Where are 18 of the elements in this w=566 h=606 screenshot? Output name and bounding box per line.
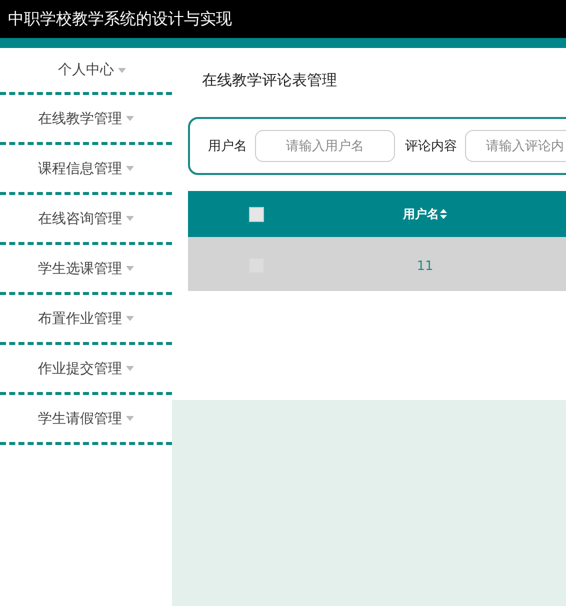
table-cell: 11 — [416, 258, 434, 274]
search-field[interactable]: 请输入评论内 — [465, 130, 566, 162]
caret-icon — [126, 116, 134, 121]
column-header[interactable]: 用户名 — [403, 206, 439, 222]
caret-icon — [126, 166, 134, 171]
caret-icon — [126, 366, 134, 371]
caret-icon — [126, 216, 134, 221]
caret-icon — [126, 316, 134, 321]
field-label: 用户名 — [208, 138, 247, 155]
page-title: 在线教学评论表管理 — [202, 71, 338, 91]
caret-icon — [118, 68, 126, 72]
search-field[interactable]: 请输入用户名 — [255, 130, 395, 162]
caret-icon — [126, 416, 134, 421]
app-title: 中职学校教学系统的设计与实现 — [8, 8, 232, 30]
caret-icon — [126, 266, 134, 271]
select-all-checkbox[interactable] — [249, 206, 264, 222]
sort-icon[interactable] — [440, 209, 447, 219]
field-label: 评论内容 — [405, 138, 457, 155]
